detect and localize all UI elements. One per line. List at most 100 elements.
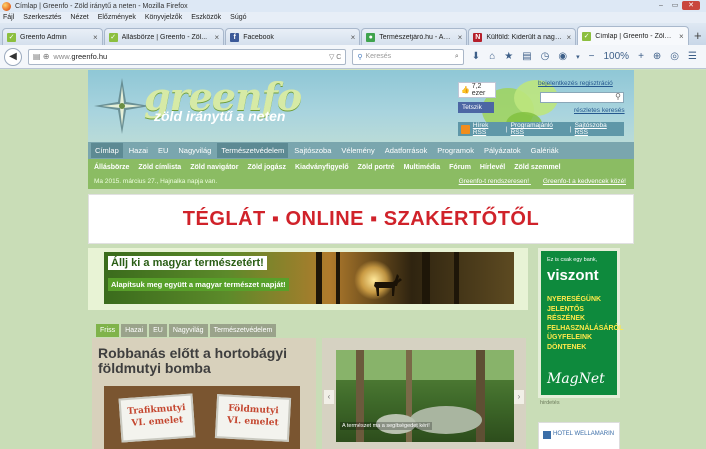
history-clock-icon[interactable]: ◷: [541, 51, 550, 62]
search-engine-icon[interactable]: ⚲: [357, 53, 362, 61]
main-nav-item[interactable]: Sajtószoba: [290, 143, 335, 158]
menu-edit[interactable]: Szerkesztés: [23, 14, 61, 21]
zoom-out-icon[interactable]: −: [589, 51, 595, 62]
download-icon[interactable]: ⬇: [472, 51, 480, 62]
browser-tab[interactable]: ✓ Állásbörze | Greenfo - Zöl... ×: [103, 28, 225, 45]
featured-article-title[interactable]: Robbanás előtt a hortobágyi földmutyi bo…: [98, 346, 308, 376]
browser-tab[interactable]: NKülföld: Kiderült a nagy is... ×: [468, 28, 577, 45]
close-tab-icon[interactable]: ×: [215, 33, 220, 42]
close-window-button[interactable]: ✕: [682, 1, 700, 10]
secondary-nav-item[interactable]: Állásbörze: [94, 164, 129, 171]
main-nav-item[interactable]: Pályázatok: [480, 143, 525, 158]
featured-article-image[interactable]: Trafikmutyi VI. emelet Földmutyi VI. eme…: [104, 386, 300, 449]
nature-day-ad[interactable]: Állj ki a magyar természetért! Alapítsuk…: [88, 248, 528, 310]
browser-tab[interactable]: ✓ Greenfo Admin ×: [2, 28, 103, 45]
minimize-button[interactable]: –: [654, 1, 668, 10]
url-domain: greenfo.hu: [71, 52, 108, 61]
rss-news-link[interactable]: Hírek RSS: [473, 122, 503, 136]
menu-history[interactable]: Előzmények: [98, 14, 136, 21]
category-tab[interactable]: EU: [149, 324, 167, 337]
zoom-in-icon[interactable]: +: [638, 51, 644, 62]
secondary-nav-item[interactable]: Multimédia: [404, 164, 441, 171]
favorites-link[interactable]: Greenfo-t a kedvencek közé!: [543, 178, 626, 185]
secondary-nav-item[interactable]: Hírlevél: [480, 164, 505, 171]
secondary-nav-item[interactable]: Zöld címlista: [138, 164, 181, 171]
category-tab[interactable]: Természetvédelem: [209, 324, 277, 337]
slider-prev-button[interactable]: ‹: [324, 390, 334, 404]
magnet-ad-small-text: Ez is csak egy bank,: [547, 257, 598, 263]
login-register-links[interactable]: bejelentkezés regisztráció: [538, 80, 613, 87]
dropdown-icon[interactable]: ▾: [576, 53, 580, 61]
search-input[interactable]: ⚲ Keresés ⌕: [352, 48, 464, 65]
search-icon[interactable]: ⌕: [455, 53, 459, 61]
new-tab-button[interactable]: +: [690, 28, 706, 45]
rss-press-link[interactable]: Sajtószoba RSS: [575, 122, 621, 136]
site-identity-icon[interactable]: ▤ ⊕: [33, 52, 49, 61]
main-nav-item[interactable]: Hazai: [125, 143, 152, 158]
slider-caption[interactable]: A természet ma a segítségedet kéri!: [340, 422, 432, 430]
close-tab-icon[interactable]: ×: [458, 33, 463, 42]
home-icon[interactable]: ⌂: [489, 51, 495, 62]
rss-programs-link[interactable]: Programajánló RSS: [511, 122, 567, 136]
menu-chat-icon[interactable]: ☰: [688, 51, 697, 62]
main-nav-item[interactable]: Természetvédelem: [217, 143, 289, 158]
main-nav-item[interactable]: Címlap: [91, 143, 123, 158]
site-search-input[interactable]: ⚲: [540, 92, 624, 103]
close-tab-icon[interactable]: ×: [567, 33, 572, 42]
tab-strip: ✓ Greenfo Admin × ✓ Állásbörze | Greenfo - Z…: [0, 23, 706, 45]
search-icon[interactable]: ⚲: [615, 92, 621, 101]
browser-tab[interactable]: ●Természetjáró.hu - Az erd... ×: [361, 28, 468, 45]
url-bar[interactable]: ▤ ⊕ www. greenfo.hu ▽ C: [27, 48, 347, 65]
menu-tools[interactable]: Eszközök: [191, 14, 221, 21]
site-header: greenfo zöld iránytű a neten 👍 7,2 ezer …: [88, 70, 634, 142]
banner-ad[interactable]: TÉGLÁT ▪ ONLINE ▪ SZAKÉRTŐTŐL: [88, 194, 634, 244]
sync-icon[interactable]: ⊕: [653, 51, 661, 62]
addon-icon[interactable]: ◉: [558, 51, 567, 62]
secondary-nav-item[interactable]: Zöld navigátor: [190, 164, 238, 171]
back-button[interactable]: ◀: [4, 47, 22, 66]
category-tab[interactable]: Hazai: [121, 324, 148, 337]
slider-next-button[interactable]: ›: [514, 390, 524, 404]
hotel-ad[interactable]: HOTEL WELLAMARIN: [538, 422, 620, 449]
secondary-nav-item[interactable]: Zöld portré: [358, 164, 395, 171]
category-tab[interactable]: Nagyvilág: [168, 324, 208, 337]
advanced-search-link[interactable]: részletes keresés: [574, 107, 625, 114]
secondary-nav-item[interactable]: Zöld jogász: [247, 164, 286, 171]
close-tab-icon[interactable]: ×: [93, 33, 98, 42]
menu-view[interactable]: Nézet: [70, 14, 88, 21]
hotel-ad-text: HOTEL WELLAMARIN: [553, 431, 615, 437]
firefox-icon: [2, 1, 11, 11]
secondary-nav-item[interactable]: Zöld szemmel: [514, 164, 560, 171]
category-tab[interactable]: Friss: [96, 324, 120, 337]
menu-file[interactable]: Fájl: [3, 14, 14, 21]
homepage-link[interactable]: Greenfo-t rendszeresen!: [459, 178, 529, 185]
browser-tab[interactable]: f Facebook ×: [225, 28, 361, 45]
menu-help[interactable]: Súgó: [230, 14, 246, 21]
main-nav-item[interactable]: Adatforrások: [381, 143, 432, 158]
zoom-level[interactable]: 100%: [603, 51, 629, 62]
tab-favicon-icon: ✓: [7, 32, 16, 42]
browser-tab[interactable]: ✓ Címlap | Greenfo - Zöld ir... ×: [577, 26, 689, 45]
menu-bookmarks[interactable]: Könyvjelzők: [145, 14, 182, 21]
close-tab-icon[interactable]: ×: [351, 33, 356, 42]
featured-article[interactable]: Robbanás előtt a hortobágyi földmutyi bo…: [92, 338, 316, 449]
reload-icon[interactable]: ▽ C: [329, 53, 341, 61]
main-nav-item[interactable]: Vélemény: [337, 143, 378, 158]
nature-day-ad-image[interactable]: Állj ki a magyar természetért! Alapítsuk…: [104, 252, 514, 304]
main-nav-item[interactable]: Programok: [433, 143, 478, 158]
facebook-like-button[interactable]: Tetszik: [458, 102, 494, 113]
maximize-button[interactable]: ▭: [668, 1, 682, 10]
extension-icon[interactable]: ◎: [670, 51, 679, 62]
toolbar-icons: ⬇ ⌂ ★ ▤ ◷ ◉ ▾ − 100% + ⊕ ◎ ☰: [472, 51, 706, 62]
slider-image[interactable]: A természet ma a segítségedet kéri!: [336, 350, 514, 442]
bookmark-star-icon[interactable]: ★: [504, 51, 513, 62]
magnet-bank-ad[interactable]: Ez is csak egy bank, viszont NYERESÉGÜNK…: [538, 248, 623, 398]
tree-trunk: [316, 252, 322, 304]
bookmarks-list-icon[interactable]: ▤: [522, 51, 531, 62]
main-nav-item[interactable]: EU: [154, 143, 172, 158]
secondary-nav-item[interactable]: Fórum: [449, 164, 471, 171]
main-nav-item[interactable]: Nagyvilág: [174, 143, 215, 158]
close-tab-icon[interactable]: ×: [679, 32, 684, 41]
main-nav-item[interactable]: Galériák: [527, 143, 563, 158]
secondary-nav-item[interactable]: Kiadványfigyelő: [295, 164, 349, 171]
